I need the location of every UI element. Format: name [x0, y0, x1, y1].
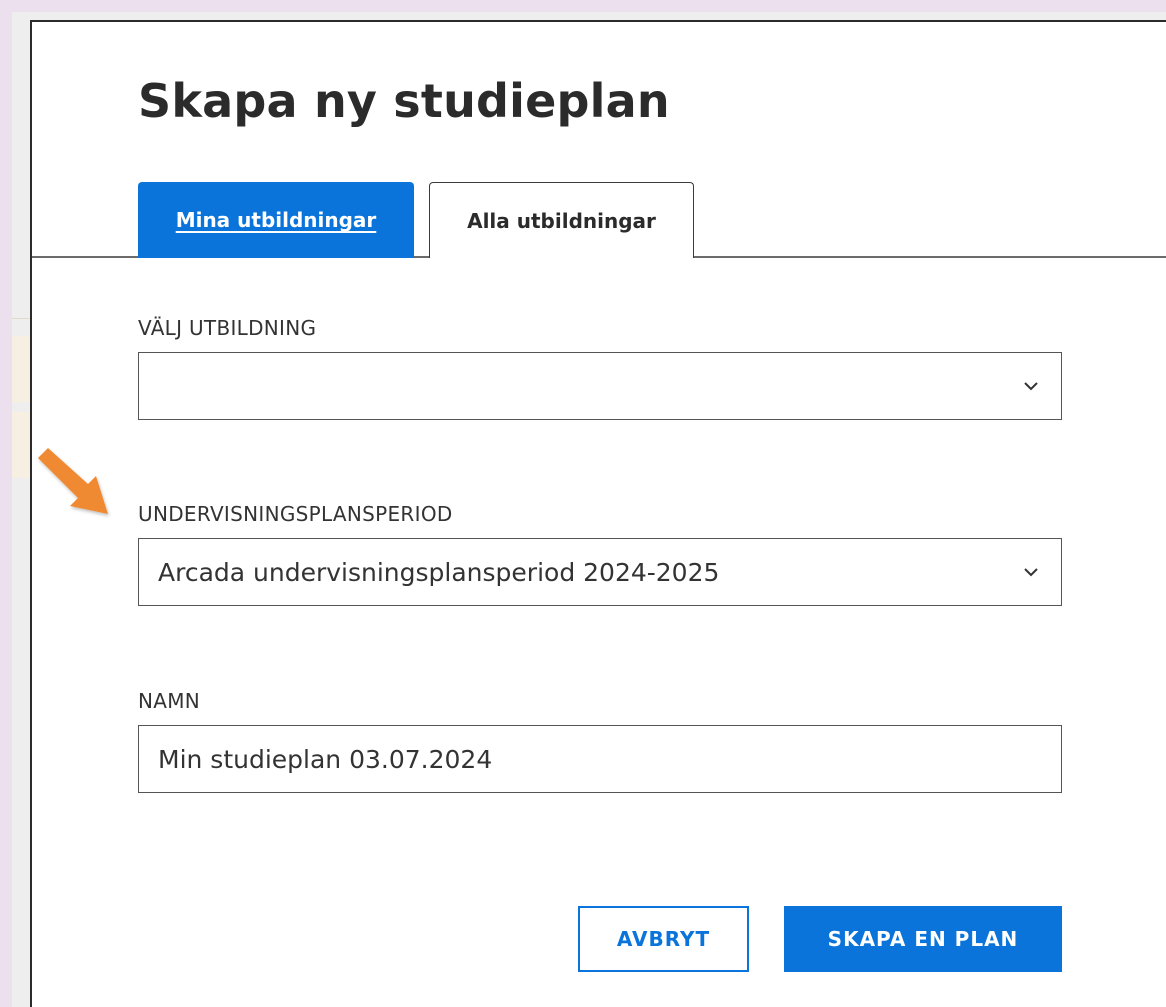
backdrop-row — [12, 336, 32, 402]
chevron-down-icon — [1021, 562, 1041, 582]
dialog-title: Skapa ny studieplan — [138, 74, 670, 128]
chevron-down-icon — [1021, 376, 1041, 396]
cancel-button[interactable]: AVBRYT — [578, 906, 749, 972]
create-plan-button[interactable]: SKAPA EN PLAN — [784, 906, 1062, 972]
arrow-pointer-icon — [38, 448, 108, 514]
create-study-plan-dialog: Skapa ny studieplan Mina utbildningar Al… — [30, 20, 1166, 1007]
curriculum-period-select-value: Arcada undervisningsplansperiod 2024-202… — [158, 557, 720, 587]
name-field-label: NAMN — [138, 689, 201, 713]
education-select-label: VÄLJ UTBILDNING — [138, 316, 317, 340]
name-field-value: Min studieplan 03.07.2024 — [158, 744, 493, 774]
curriculum-period-select[interactable]: Arcada undervisningsplansperiod 2024-202… — [138, 538, 1062, 606]
name-field[interactable]: Min studieplan 03.07.2024 — [138, 725, 1062, 793]
curriculum-period-select-label: UNDERVISNINGSPLANSPERIOD — [138, 502, 453, 526]
backdrop-row — [12, 412, 32, 478]
tab-alla-utbildningar[interactable]: Alla utbildningar — [429, 182, 694, 258]
tab-mina-utbildningar[interactable]: Mina utbildningar — [138, 182, 414, 258]
education-select[interactable] — [138, 352, 1062, 420]
